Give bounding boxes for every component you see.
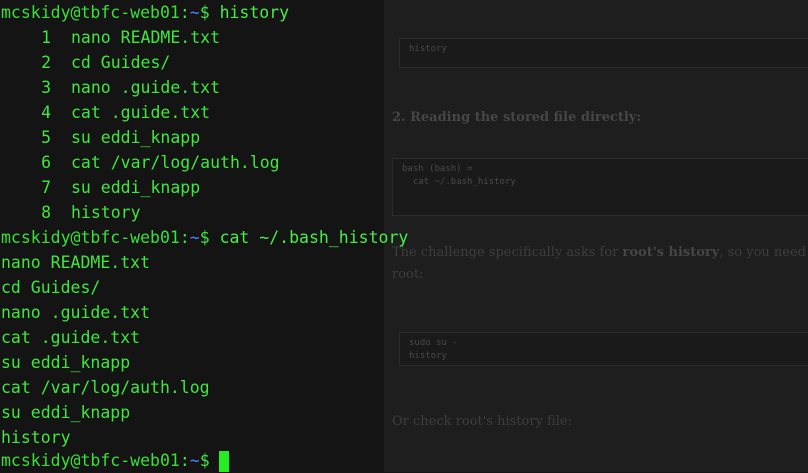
prompt-user-host: mcskidy@tbfc-web01	[1, 3, 180, 22]
history-entry: 5 su eddi_knapp	[1, 125, 200, 150]
output-line: su eddi_knapp	[1, 403, 131, 422]
output-line: cd Guides/	[1, 278, 101, 297]
prompt-path: ~	[189, 3, 200, 22]
prompt-line-active[interactable]: mcskidy@tbfc-web01:~$	[1, 448, 229, 473]
history-number: 2	[41, 53, 51, 72]
history-entry: 3 nano .guide.txt	[1, 75, 220, 100]
history-number: 5	[41, 128, 51, 147]
prompt-separator: :	[179, 451, 190, 470]
text-cursor[interactable]	[218, 451, 229, 472]
history-entry: 1 nano README.txt	[1, 25, 220, 50]
output-line: nano README.txt	[1, 253, 151, 272]
output-line: cat /var/log/auth.log	[1, 378, 210, 397]
history-number: 8	[41, 203, 51, 222]
prompt-separator: :	[179, 228, 190, 247]
output-line: su eddi_knapp	[1, 353, 131, 372]
history-entry: 2 cd Guides/	[1, 50, 170, 75]
history-number: 3	[41, 78, 51, 97]
history-number: 7	[41, 178, 51, 197]
output-line: nano .guide.txt	[1, 303, 151, 322]
terminal-window[interactable]: mcskidy@tbfc-web01:~$ history 1 nano READ…	[0, 0, 808, 472]
prompt-symbol: $	[199, 451, 210, 470]
prompt-user-host: mcskidy@tbfc-web01	[1, 451, 180, 470]
command-text: history	[219, 3, 290, 22]
history-command: su eddi_knapp	[71, 128, 201, 147]
history-number: 1	[41, 28, 51, 47]
prompt-path: ~	[189, 451, 200, 470]
history-command: nano README.txt	[71, 28, 221, 47]
history-number: 6	[41, 153, 51, 172]
prompt-separator: :	[179, 3, 190, 22]
prompt-user-host: mcskidy@tbfc-web01	[1, 228, 180, 247]
history-command: history	[71, 203, 141, 222]
history-command: nano .guide.txt	[71, 78, 221, 97]
history-command: su eddi_knapp	[71, 178, 201, 197]
prompt-path: ~	[189, 228, 200, 247]
history-command: cd Guides/	[71, 53, 171, 72]
history-entry: 8 history	[1, 200, 141, 225]
history-command: cat .guide.txt	[71, 103, 211, 122]
output-line: history	[1, 428, 71, 447]
history-entry: 4 cat .guide.txt	[1, 100, 210, 125]
prompt-symbol: $	[199, 228, 210, 247]
history-entry: 6 cat /var/log/auth.log	[1, 150, 280, 175]
command-text: cat ~/.bash_history	[219, 228, 409, 247]
prompt-line-cat-history: mcskidy@tbfc-web01:~$ cat ~/.bash_histor…	[1, 225, 408, 250]
history-number: 4	[41, 103, 51, 122]
prompt-symbol: $	[199, 3, 210, 22]
history-command: cat /var/log/auth.log	[71, 153, 280, 172]
history-entry: 7 su eddi_knapp	[1, 175, 200, 200]
output-line: cat .guide.txt	[1, 328, 141, 347]
prompt-line-history: mcskidy@tbfc-web01:~$ history	[1, 0, 289, 25]
